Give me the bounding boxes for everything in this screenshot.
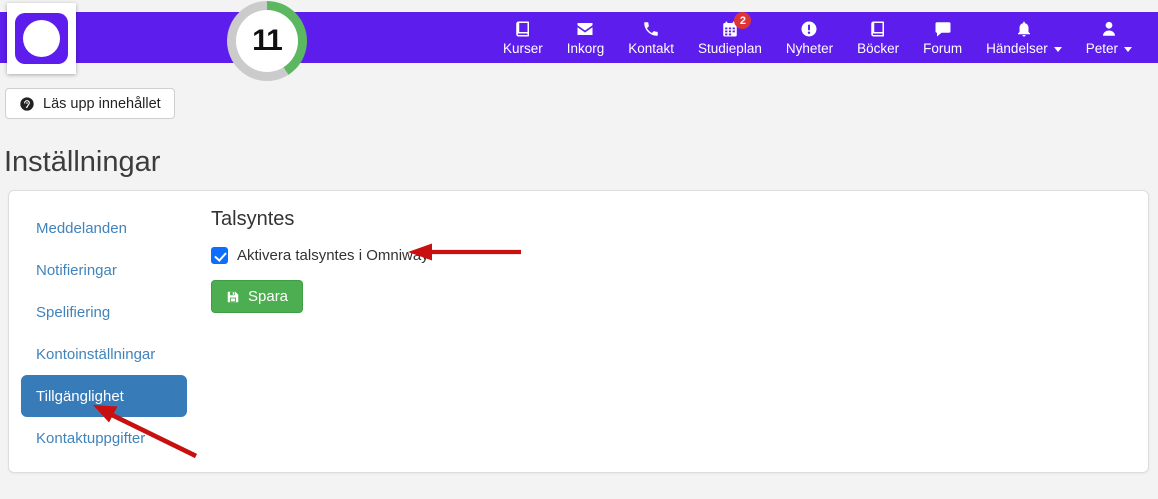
nav-item-handelser[interactable]: Händelser [974, 12, 1074, 63]
envelope-icon [576, 19, 595, 38]
nav-item-studieplan[interactable]: 2 Studieplan [686, 12, 774, 63]
studieplan-badge: 2 [734, 12, 751, 29]
settings-sidebar: Meddelanden Notifieringar Spelifiering K… [21, 207, 191, 459]
save-floppy-icon [226, 290, 240, 304]
nav-label: Händelser [986, 41, 1048, 56]
progress-value: 11 [236, 10, 298, 72]
nav-item-user-peter[interactable]: Peter [1074, 12, 1144, 63]
settings-page: Kurser Inkorg Kontakt 2 Studieplan [0, 0, 1158, 499]
sidebar-item-kontaktuppgifter[interactable]: Kontaktuppgifter [21, 417, 191, 459]
talsyntes-checkbox[interactable] [211, 247, 228, 264]
user-icon [1099, 19, 1118, 38]
navbar-menu: Kurser Inkorg Kontakt 2 Studieplan [491, 12, 1144, 63]
nav-item-inkorg[interactable]: Inkorg [555, 12, 617, 63]
calendar-icon: 2 [720, 19, 739, 38]
nav-item-bocker[interactable]: Böcker [845, 12, 911, 63]
nav-label: Inkorg [567, 41, 605, 56]
top-navbar: Kurser Inkorg Kontakt 2 Studieplan [0, 12, 1158, 63]
nav-item-kontakt[interactable]: Kontakt [616, 12, 686, 63]
book-icon [513, 19, 532, 38]
section-title: Talsyntes [211, 208, 429, 231]
talsyntes-checkbox-label[interactable]: Aktivera talsyntes i Omniway [237, 247, 429, 264]
nav-label: Kontakt [628, 41, 674, 56]
talsyntes-option-row: Aktivera talsyntes i Omniway [211, 247, 429, 264]
caret-down-icon [1124, 47, 1132, 52]
nav-label: Kurser [503, 41, 543, 56]
nav-item-kurser[interactable]: Kurser [491, 12, 555, 63]
read-aloud-label: Läs upp innehållet [43, 96, 161, 112]
sidebar-item-notifieringar[interactable]: Notifieringar [21, 249, 191, 291]
exclamation-circle-icon [800, 19, 819, 38]
page-title: Inställningar [4, 146, 160, 179]
sidebar-item-spelifiering[interactable]: Spelifiering [21, 291, 191, 333]
settings-card: Meddelanden Notifieringar Spelifiering K… [8, 190, 1149, 473]
listen-ear-icon [19, 96, 35, 112]
nav-item-forum[interactable]: Forum [911, 12, 974, 63]
nav-item-nyheter[interactable]: Nyheter [774, 12, 845, 63]
nav-label: Peter [1086, 41, 1118, 56]
app-logo[interactable] [7, 3, 76, 74]
save-button-label: Spara [248, 288, 288, 305]
book-icon [869, 19, 888, 38]
nav-label: Nyheter [786, 41, 833, 56]
progress-ring[interactable]: 11 [227, 1, 307, 81]
sidebar-item-meddelanden[interactable]: Meddelanden [21, 207, 191, 249]
logo-circle [23, 20, 60, 57]
bell-icon [1014, 19, 1033, 38]
nav-label: Böcker [857, 41, 899, 56]
sidebar-item-tillganglighet[interactable]: Tillgänglighet [21, 375, 187, 417]
settings-content: Talsyntes Aktivera talsyntes i Omniway S… [211, 191, 429, 313]
nav-label: Studieplan [698, 41, 762, 56]
caret-down-icon [1054, 47, 1062, 52]
chat-bubble-icon [933, 19, 952, 38]
save-button[interactable]: Spara [211, 280, 303, 313]
logo-square [15, 13, 68, 64]
phone-icon [642, 19, 661, 38]
read-aloud-button[interactable]: Läs upp innehållet [5, 88, 175, 119]
nav-label: Forum [923, 41, 962, 56]
sidebar-item-kontoinstallningar[interactable]: Kontoinställningar [21, 333, 191, 375]
